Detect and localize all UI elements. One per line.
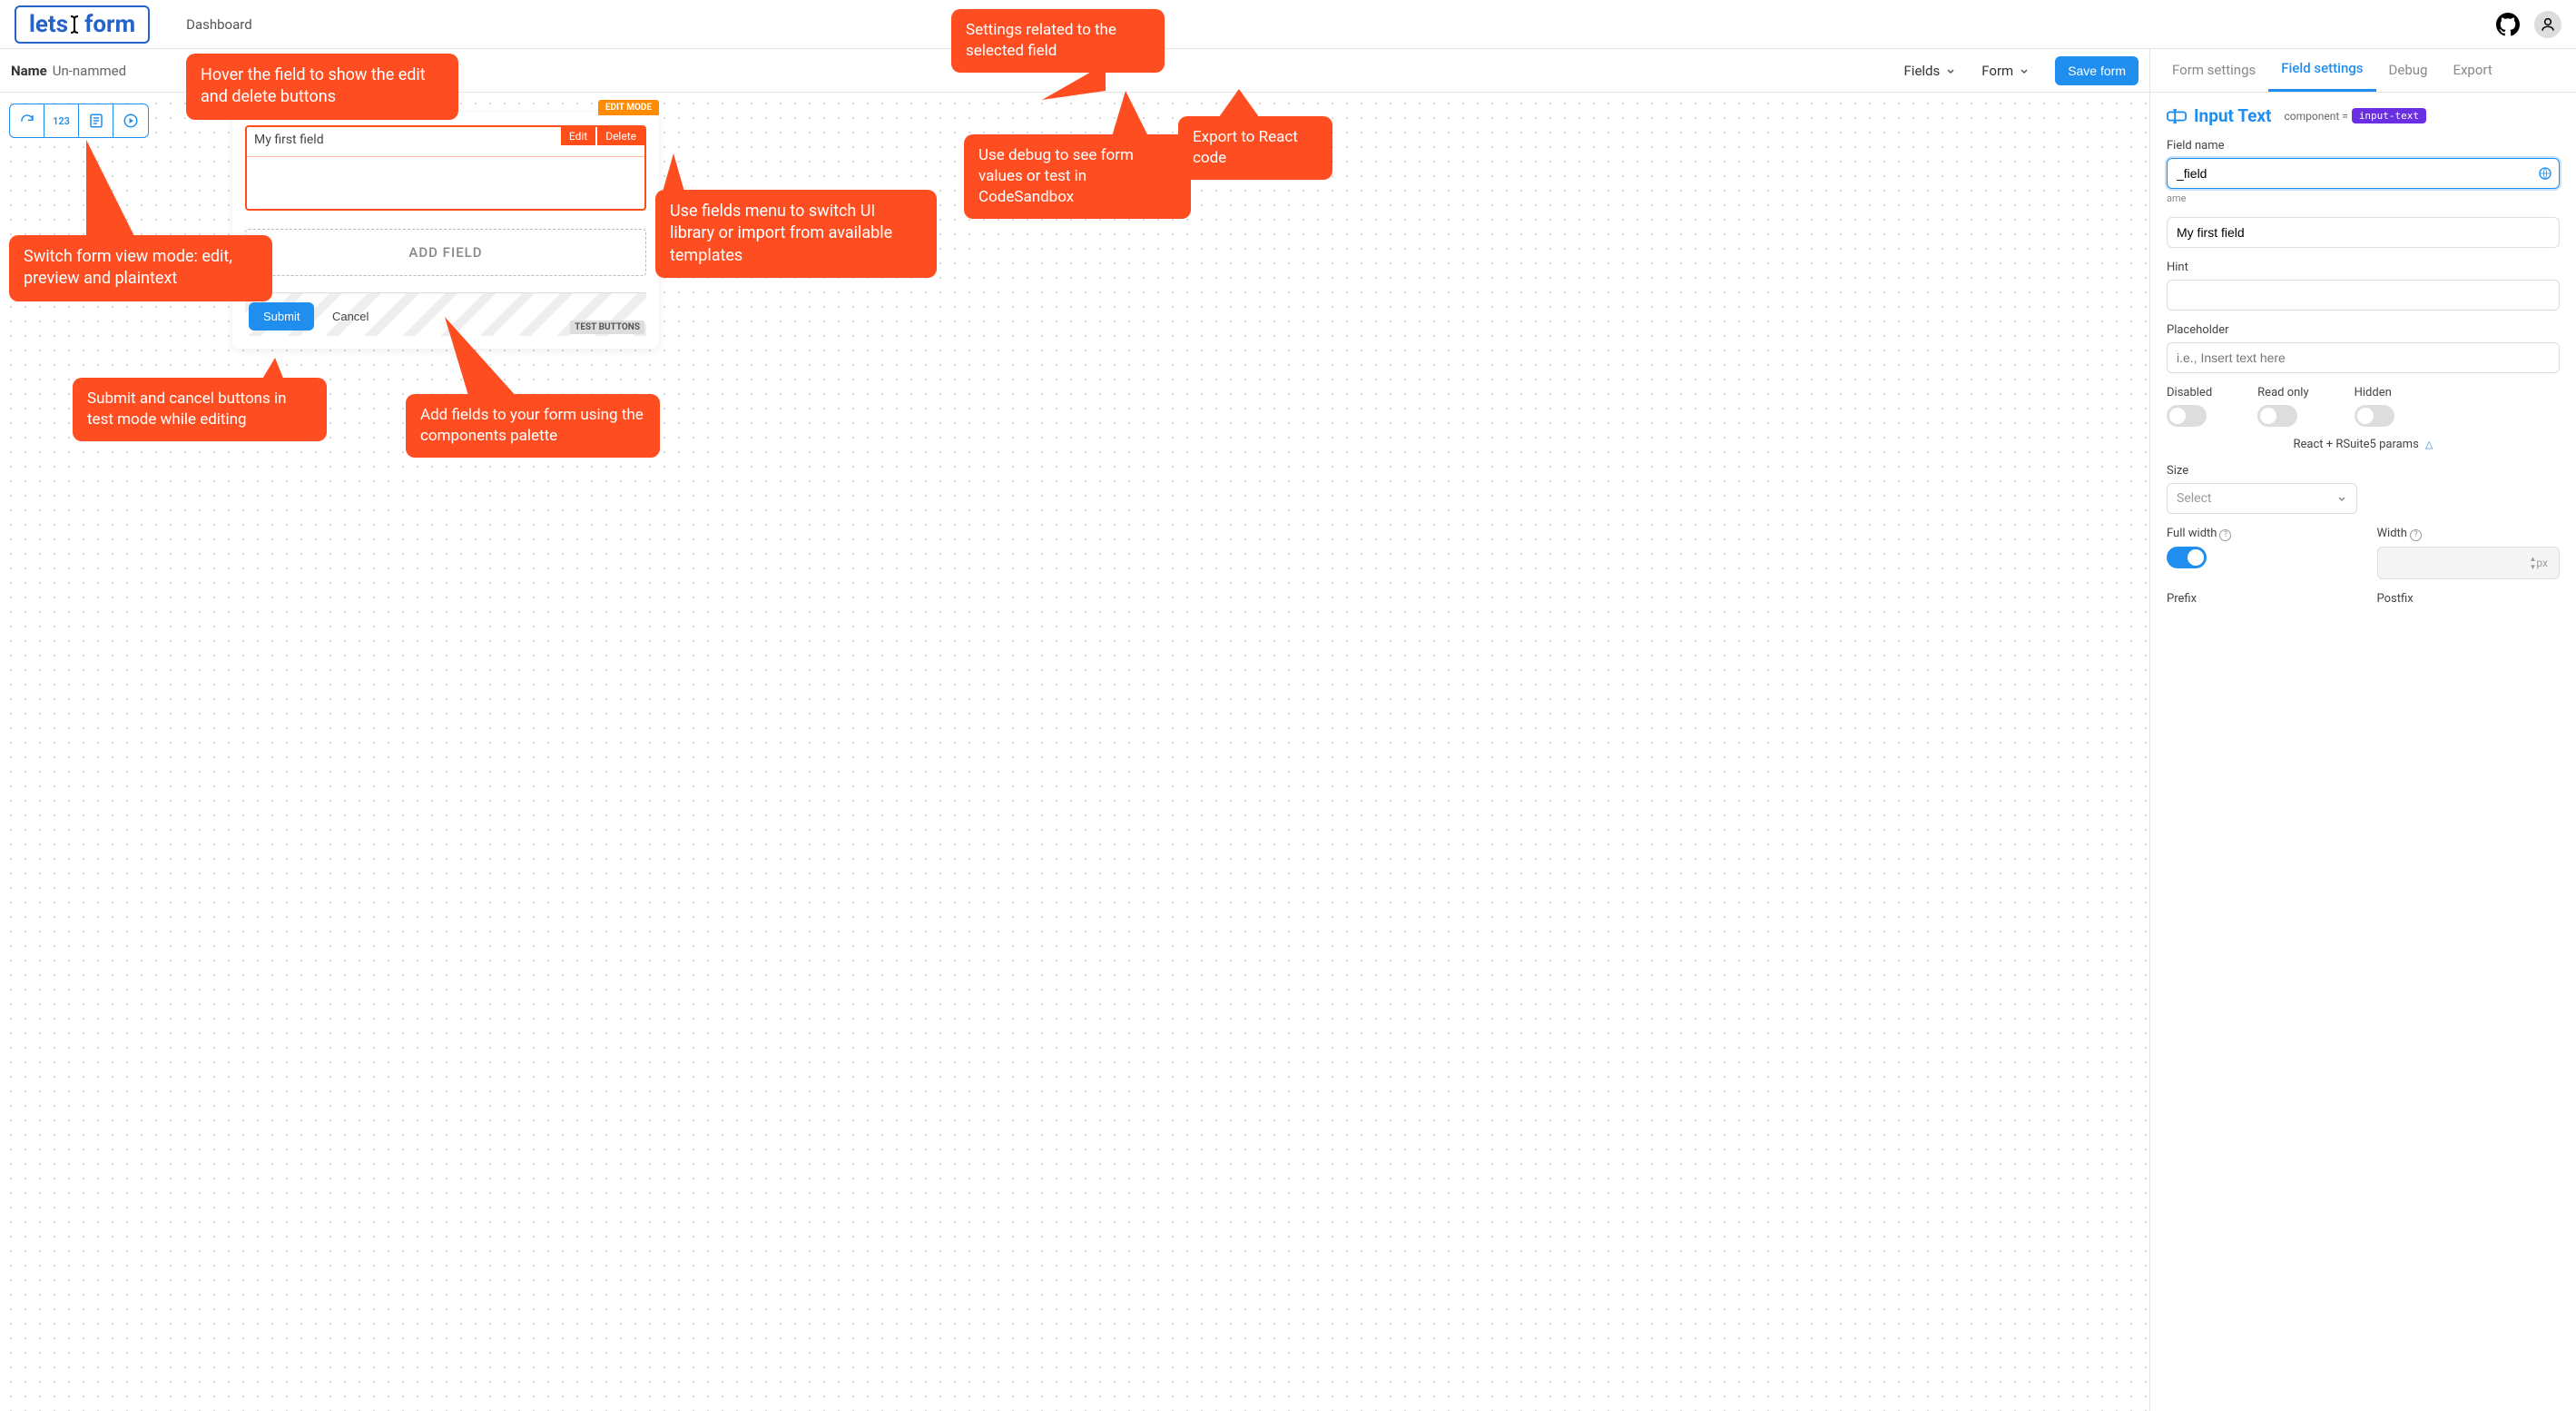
github-icon[interactable] [2494, 11, 2522, 38]
editor-area: Name Un-nammed Fields Form Save form 123 [0, 49, 2149, 1411]
fullwidth-toggle[interactable] [2167, 547, 2207, 568]
readonly-label: Read only [2257, 386, 2308, 400]
save-form-button[interactable]: Save form [2055, 56, 2138, 85]
hint-label: Hint [2167, 261, 2560, 274]
callout-submit-cancel: Submit and cancel buttons in test mode w… [73, 378, 327, 441]
component-eq-label: component = [2284, 110, 2347, 123]
submit-button[interactable]: Submit [249, 302, 314, 331]
field-box[interactable]: Edit Delete My first field [245, 125, 646, 211]
field-name-input[interactable] [2167, 158, 2560, 189]
sidebar-tabs: Form settings Field settings Debug Expor… [2150, 49, 2576, 93]
topbar: lets form Dashboard [0, 0, 2576, 49]
field-input-placeholder-area[interactable] [247, 156, 644, 182]
text-cursor-icon [2167, 106, 2187, 126]
form-menu-button[interactable]: Form [1981, 63, 2030, 79]
fullwidth-label: Full width? [2167, 527, 2350, 541]
callout-add-fields: Add fields to your form using the compon… [406, 394, 660, 458]
hidden-toggle[interactable] [2355, 405, 2394, 427]
globe-icon[interactable] [2538, 166, 2552, 181]
width-unit: px [2536, 557, 2548, 569]
view-mode-toolbar: 123 [9, 104, 149, 138]
callout-debug: Use debug to see form values or test in … [964, 134, 1191, 219]
form-preview-card: EDIT MODE Edit Delete My first field ADD… [232, 113, 659, 349]
123-icon: 123 [53, 115, 70, 127]
pointer-field-settings [1042, 64, 1106, 100]
readonly-toggle[interactable] [2257, 405, 2297, 427]
callout-export: Export to React code [1178, 116, 1332, 180]
number-stepper[interactable]: ▲ ▼ [2529, 555, 2536, 571]
field-edit-button[interactable]: Edit [561, 127, 595, 145]
field-name-hint: ame [2167, 192, 2560, 204]
params-separator-label: React + RSuite5 params [2294, 438, 2419, 451]
edit-mode-badge: EDIT MODE [598, 100, 659, 115]
cancel-button[interactable]: Cancel [318, 302, 383, 331]
placeholder-input[interactable] [2167, 342, 2560, 373]
callout-hover-field: Hover the field to show the edit and del… [186, 54, 458, 120]
toolbar-refresh-button[interactable] [10, 104, 44, 137]
chevron-down-icon [2019, 65, 2030, 76]
size-select[interactable]: Select [2167, 483, 2357, 514]
form-icon [88, 113, 104, 129]
callout-fields-menu: Use fields menu to switch UI library or … [655, 190, 937, 278]
tab-field-settings[interactable]: Field settings [2268, 49, 2375, 92]
pointer-view-mode [86, 140, 141, 249]
fields-menu-button[interactable]: Fields [1904, 63, 1957, 79]
tab-debug[interactable]: Debug [2376, 51, 2441, 91]
stepper-up-icon[interactable]: ▲ [2529, 555, 2536, 563]
disabled-toggle[interactable] [2167, 405, 2207, 427]
tab-export[interactable]: Export [2440, 51, 2504, 91]
pointer-debug [1112, 91, 1148, 136]
test-buttons-label: TEST BUTTONS [570, 321, 644, 334]
logo-left: lets [29, 11, 68, 38]
add-field-button[interactable]: ADD FIELD [245, 229, 646, 276]
chevron-down-icon [2336, 493, 2347, 504]
params-separator[interactable]: React + RSuite5 params △ [2167, 438, 2560, 451]
logo-right: form [84, 11, 135, 38]
dashboard-link[interactable]: Dashboard [186, 16, 252, 33]
text-cursor-icon [68, 15, 84, 35]
avatar-icon[interactable] [2534, 11, 2561, 38]
postfix-label: Postfix [2377, 592, 2561, 606]
refresh-icon [19, 113, 35, 129]
stepper-down-icon[interactable]: ▼ [2529, 563, 2536, 571]
play-circle-icon [123, 113, 139, 129]
prefix-label: Prefix [2167, 592, 2350, 606]
toolbar-play-button[interactable] [113, 104, 148, 137]
tab-form-settings[interactable]: Form settings [2159, 51, 2268, 91]
size-select-placeholder: Select [2177, 491, 2211, 506]
callout-view-mode: Switch form view mode: edit, preview and… [9, 235, 272, 301]
form-name-value[interactable]: Un-nammed [53, 63, 126, 79]
hidden-label: Hidden [2355, 386, 2394, 400]
component-header: Input Text component = input-text [2167, 105, 2560, 126]
toolbar-form-button[interactable] [79, 104, 113, 137]
hint-input[interactable] [2167, 280, 2560, 311]
width-input[interactable]: ▲ ▼ px [2377, 547, 2561, 579]
triangle-up-icon: △ [2425, 439, 2433, 450]
form-name-label: Name [11, 63, 47, 79]
width-label: Width? [2377, 527, 2561, 541]
logo[interactable]: lets form [15, 5, 150, 44]
field-delete-button[interactable]: Delete [597, 127, 644, 145]
component-title: Input Text [2194, 105, 2271, 126]
placeholder-label: Placeholder [2167, 323, 2560, 337]
chevron-down-icon [1945, 65, 1956, 76]
form-menu-label: Form [1981, 63, 2013, 79]
sidebar: Form settings Field settings Debug Expor… [2149, 49, 2576, 1411]
toolbar-123-button[interactable]: 123 [44, 104, 79, 137]
fields-menu-label: Fields [1904, 63, 1941, 79]
size-label: Size [2167, 464, 2560, 478]
component-tag: input-text [2352, 108, 2426, 123]
label-input[interactable] [2167, 217, 2560, 248]
info-icon: ? [2219, 529, 2231, 541]
info-icon: ? [2410, 529, 2422, 541]
field-name-label: Field name [2167, 139, 2560, 153]
disabled-label: Disabled [2167, 386, 2212, 400]
